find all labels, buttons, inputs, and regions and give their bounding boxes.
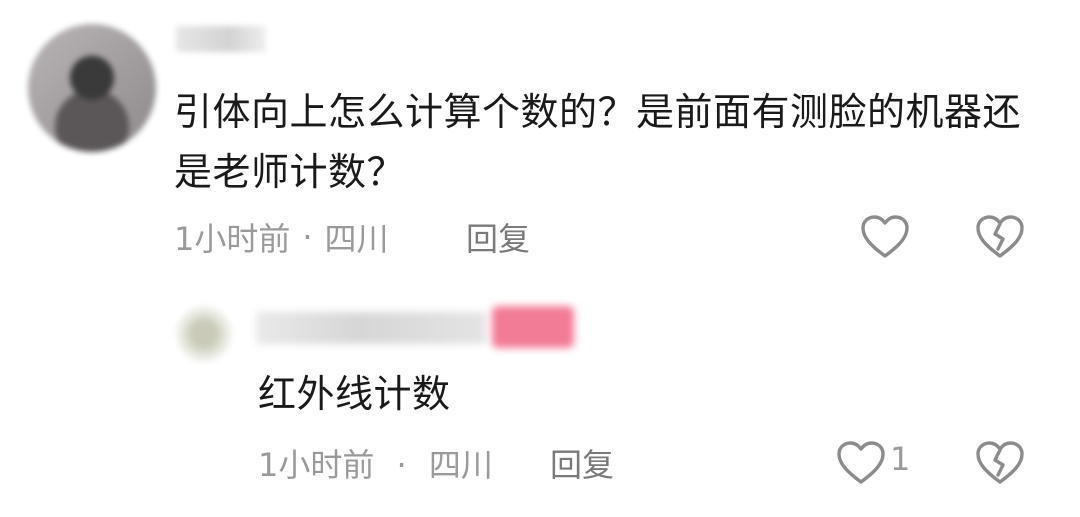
comment-meta: 1小时前 · 四川 <box>174 214 389 260</box>
reply-button[interactable]: 回复 <box>550 440 614 486</box>
like-count: 1 <box>890 440 911 478</box>
username-blurred[interactable] <box>176 26 266 52</box>
heart-outline-icon[interactable] <box>836 440 886 486</box>
author-badge-blurred <box>492 306 574 348</box>
broken-heart-icon[interactable] <box>973 214 1027 260</box>
meta-separator: · <box>302 218 313 256</box>
avatar[interactable] <box>28 24 156 152</box>
location: 四川 <box>428 446 493 484</box>
timestamp: 1小时前 <box>174 220 291 258</box>
location: 四川 <box>324 220 389 258</box>
reply-meta: 1小时前 · 四川 <box>258 440 493 486</box>
reply-username-blurred[interactable] <box>256 312 486 344</box>
broken-heart-icon[interactable] <box>973 440 1027 486</box>
comment-thread: 引体向上怎么计算个数的？是前面有测脸的机器还是老师计数？ 1小时前 · 四川 回… <box>0 0 1080 517</box>
meta-separator: · <box>396 446 407 484</box>
reply-text: 红外线计数 <box>258 372 451 416</box>
reply-avatar[interactable] <box>176 306 232 362</box>
comment-text: 引体向上怎么计算个数的？是前面有测脸的机器还是老师计数？ <box>174 90 1022 194</box>
reply-button[interactable]: 回复 <box>466 214 530 260</box>
heart-outline-icon[interactable] <box>860 214 910 260</box>
timestamp: 1小时前 <box>258 446 375 484</box>
